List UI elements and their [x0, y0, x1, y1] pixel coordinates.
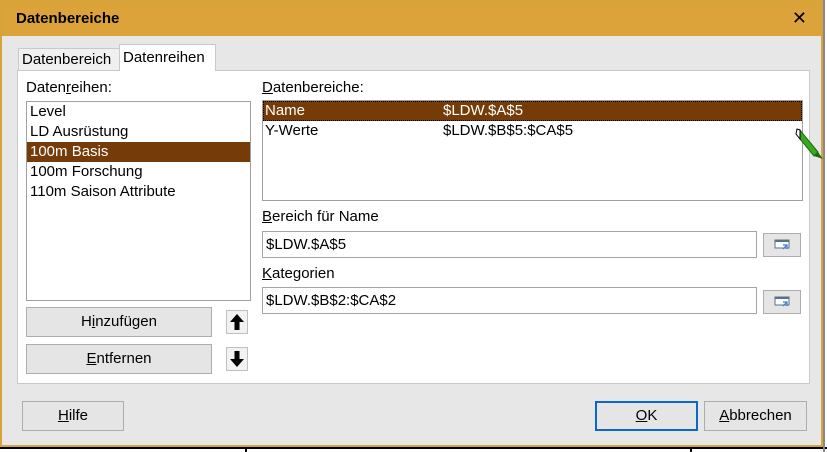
arrow-down-icon	[230, 351, 244, 367]
list-item[interactable]: 100m Forschung	[27, 162, 250, 182]
list-item-selected[interactable]: 100m Basis	[27, 142, 250, 162]
list-item[interactable]: 110m Saison Attribute	[27, 182, 250, 202]
arrow-up-icon	[230, 314, 244, 330]
select-range-button-name[interactable]	[763, 233, 801, 257]
select-range-icon	[774, 239, 790, 250]
range-value: $LDW.$A$5	[443, 102, 524, 119]
help-button[interactable]: Hilfe	[22, 401, 124, 431]
series-listbox[interactable]: Level LD Ausrüstung 100m Basis 100m Fors…	[26, 101, 251, 301]
range-role: Y-Werte	[265, 122, 319, 139]
pencil-cursor-icon	[795, 128, 823, 159]
ranges-label: Datenbereiche:	[262, 79, 364, 96]
range-value: $LDW.$B$5:$CA$5	[443, 122, 574, 139]
data-ranges-dialog: Datenbereiche ✕ Datenbereich Datenreihen…	[0, 0, 823, 447]
move-down-button[interactable]	[226, 347, 248, 371]
close-icon[interactable]: ✕	[792, 8, 807, 28]
categories-input[interactable]: $LDW.$B$2:$CA$2	[262, 287, 757, 314]
list-item[interactable]: Level	[27, 102, 250, 122]
name-range-input[interactable]: $LDW.$A$5	[262, 231, 757, 258]
cancel-button[interactable]: Abbrechen	[704, 401, 807, 431]
range-row[interactable]: Y-Werte $LDW.$B$5:$CA$5	[263, 121, 802, 141]
title-bar[interactable]: Datenbereiche ✕	[2, 2, 821, 36]
ranges-listbox[interactable]: Name $LDW.$A$5 Y-Werte $LDW.$B$5:$CA$5	[262, 100, 803, 201]
select-range-icon	[774, 296, 790, 307]
series-list-label: Datenreihen:	[26, 79, 112, 96]
list-item[interactable]: LD Ausrüstung	[27, 122, 250, 142]
name-range-label: Bereich für Name	[262, 208, 379, 225]
range-row-selected[interactable]: Name $LDW.$A$5	[263, 101, 802, 121]
categories-label: Kategorien	[262, 265, 335, 282]
remove-button[interactable]: Entfernen	[26, 344, 212, 374]
select-range-button-categories[interactable]	[763, 290, 801, 314]
ok-button[interactable]: OK	[595, 401, 698, 431]
tab-datenreihen[interactable]: Datenreihen	[119, 44, 216, 71]
add-button[interactable]: Hinzufügen	[26, 307, 212, 337]
range-role: Name	[265, 102, 306, 119]
tab-datenbereich[interactable]: Datenbereich	[18, 48, 120, 70]
background-gridline	[0, 447, 827, 449]
background-gridline	[823, 0, 825, 452]
move-up-button[interactable]	[226, 310, 248, 334]
dialog-title: Datenbereiche	[16, 10, 120, 27]
